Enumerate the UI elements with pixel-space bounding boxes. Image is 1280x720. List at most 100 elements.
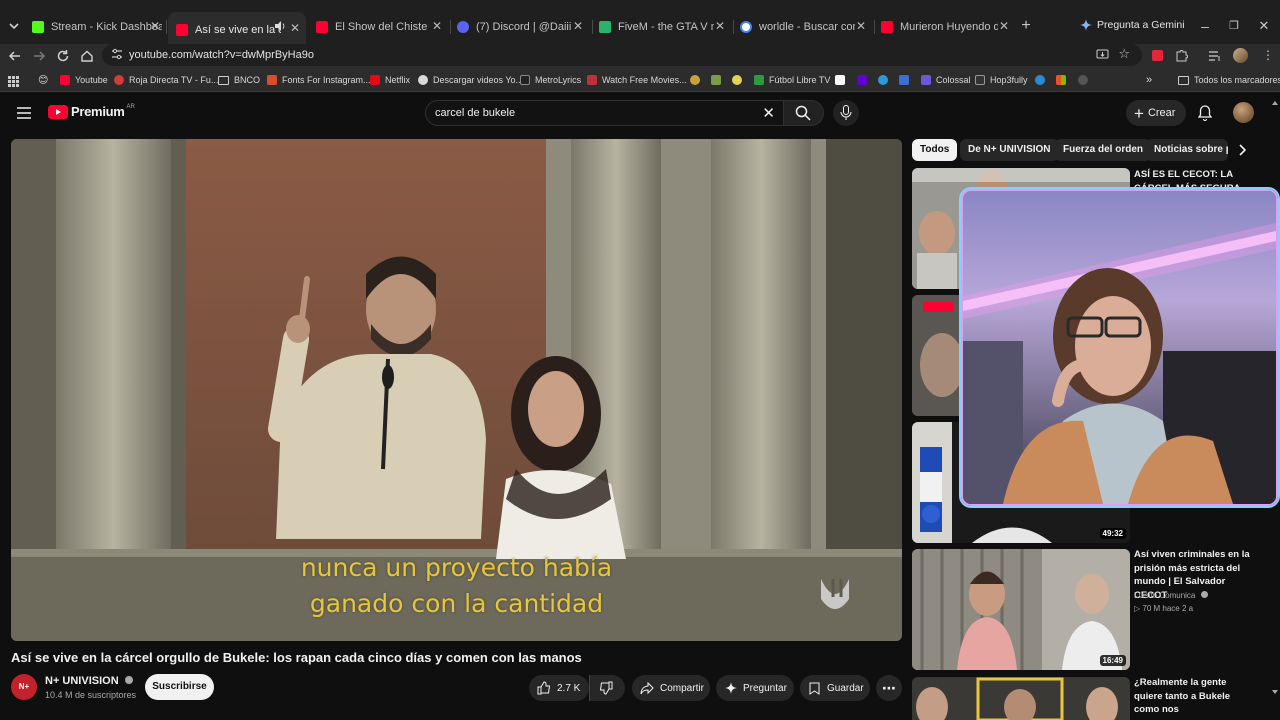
youtube-icon <box>881 21 893 33</box>
chips-next-icon[interactable] <box>1236 143 1248 162</box>
restore-button[interactable]: ❐ <box>1224 16 1244 36</box>
tab-murieron-huyendo[interactable]: Murieron Huyendo de Alg ✕ <box>879 16 1011 38</box>
bookmark-folder-bnco[interactable]: BNCO <box>218 73 260 87</box>
bookmark-icon-d[interactable] <box>835 73 845 87</box>
bookmark-futbol-libre[interactable]: Fútbol Libre TV <box>754 73 830 87</box>
bookmark-fonts-instagram[interactable]: Fonts For Instagram... <box>267 73 371 87</box>
browser-tab-strip: Stream - Kick Dashboard ✕ Así se vive en… <box>0 0 1280 44</box>
close-tab-icon[interactable]: ✕ <box>997 19 1011 33</box>
close-tab-icon[interactable]: ✕ <box>430 19 444 33</box>
close-tab-icon[interactable]: ✕ <box>713 19 727 33</box>
gemini-button[interactable]: Pregunta a Gemini <box>1080 19 1185 31</box>
bookmarks-overflow-icon[interactable]: » <box>1146 73 1152 87</box>
bookmark-colossal[interactable]: Colossal <box>921 73 971 87</box>
microphone-icon <box>840 105 852 120</box>
search-icon <box>795 105 811 121</box>
recommended-meta: ▷ 70 M hace 2 a <box>1134 604 1194 613</box>
bookmark-youtube[interactable]: Youtube <box>60 73 108 87</box>
bookmark-icon-g[interactable] <box>1035 73 1045 87</box>
subtitle-line-1: nunca un proyecto había <box>300 553 613 582</box>
verified-badge-icon <box>124 676 133 684</box>
close-tab-icon[interactable]: ✕ <box>571 19 585 33</box>
bookmark-icon-e[interactable] <box>878 73 888 87</box>
close-tab-icon[interactable]: ✕ <box>148 19 162 33</box>
channel-avatar[interactable]: N+ <box>11 674 37 700</box>
new-tab-button[interactable]: + <box>1016 16 1036 36</box>
recommended-thumbnail[interactable] <box>912 677 1130 720</box>
tab-show-del-chiste[interactable]: El Show del Chiste - VIDEO ✕ <box>314 16 444 38</box>
tab-youtube-video[interactable]: Así se vive en la cárcel ✕ <box>168 12 306 44</box>
clear-search-icon[interactable]: ✕ <box>762 104 775 122</box>
tab-search-button[interactable] <box>4 16 24 36</box>
extension-red-icon[interactable] <box>1152 50 1163 61</box>
forward-button[interactable] <box>29 46 49 66</box>
hamburger-menu-icon[interactable] <box>17 106 31 124</box>
media-control-icon[interactable] <box>1208 49 1222 67</box>
youtube-premium-logo[interactable]: Premium AR <box>48 104 135 119</box>
site-info-icon[interactable] <box>111 48 123 60</box>
bookmark-hop3fully[interactable]: Hop3fully <box>975 73 1028 87</box>
minimize-button[interactable]: – <box>1195 16 1215 36</box>
bookmark-star-icon[interactable]: ☆ <box>1118 46 1130 62</box>
page-scrollbar[interactable] <box>1271 100 1278 700</box>
tab-google-search[interactable]: worldle - Buscar con Goog ✕ <box>738 16 868 38</box>
voice-search-button[interactable] <box>833 100 859 126</box>
dislike-button[interactable] <box>589 675 625 701</box>
recommended-channel[interactable]: Luisito Comunica <box>1134 591 1208 600</box>
subscribe-button[interactable]: Suscribirse <box>145 674 214 700</box>
bookmark-netflix[interactable]: Netflix <box>370 73 410 87</box>
bookmark-icon-a[interactable] <box>690 73 700 87</box>
chip-fuerza-del-orden[interactable]: Fuerza del orden <box>1055 139 1152 161</box>
like-button[interactable]: 2.7 K <box>529 675 589 701</box>
speaker-icon[interactable] <box>274 20 286 35</box>
bookmark-emoji-icon[interactable]: 😊 <box>38 73 48 87</box>
bookmark-metrolyrics[interactable]: MetroLyrics <box>520 73 581 87</box>
bookmark-icon-microsoft[interactable] <box>1056 73 1066 87</box>
chip-todos[interactable]: Todos <box>912 139 958 161</box>
back-button[interactable] <box>5 46 25 66</box>
account-avatar[interactable] <box>1233 102 1254 123</box>
bookmark-icon-yahoo[interactable] <box>857 73 867 87</box>
reload-button[interactable] <box>53 46 73 66</box>
search-button[interactable] <box>784 100 824 126</box>
bookmark-icon-c[interactable] <box>732 73 742 87</box>
close-tab-icon[interactable]: ✕ <box>854 19 868 33</box>
search-input[interactable]: carcel de bukele ✕ <box>425 100 784 126</box>
chrome-menu-icon[interactable]: ⋮ <box>1262 48 1274 62</box>
bookmark-icon-b[interactable] <box>711 73 721 87</box>
bookmark-icon-f[interactable] <box>899 73 909 87</box>
more-actions-button[interactable]: ⋯ <box>876 675 902 701</box>
discord-icon <box>457 21 469 33</box>
chip-noticias[interactable]: Noticias sobre p <box>1146 139 1228 161</box>
close-tab-icon[interactable]: ✕ <box>288 21 302 35</box>
close-window-button[interactable]: ✕ <box>1254 16 1274 36</box>
verified-badge-icon <box>1200 591 1208 598</box>
bookmark-descargar-videos[interactable]: Descargar videos Yo... <box>418 73 523 87</box>
create-button[interactable]: + Crear <box>1126 100 1186 126</box>
tab-discord[interactable]: (7) Discord | @Daiii ✕ <box>455 16 585 38</box>
bookmark-icon-globe[interactable] <box>1078 73 1088 87</box>
bookmark-watch-free-movies[interactable]: Watch Free Movies... <box>587 73 687 87</box>
youtube-icon <box>316 21 328 33</box>
webcam-feed <box>963 191 1276 504</box>
bookmark-roja-directa[interactable]: Roja Directa TV - Fu... <box>114 73 218 87</box>
thumbs-up-icon <box>537 681 551 695</box>
recommended-thumbnail[interactable]: 16:49 <box>912 549 1130 670</box>
tab-kick-dashboard[interactable]: Stream - Kick Dashboard ✕ <box>30 16 162 38</box>
recommended-title[interactable]: ¿Realmente la gente quiere tanto a Bukel… <box>1134 676 1254 720</box>
install-app-icon[interactable] <box>1096 48 1109 66</box>
all-bookmarks-button[interactable]: Todos los marcadores <box>1178 73 1280 87</box>
profile-avatar[interactable] <box>1233 48 1248 63</box>
chip-channel[interactable]: De N+ UNIVISION <box>960 139 1059 161</box>
apps-grid-icon[interactable] <box>8 74 19 92</box>
save-button[interactable]: Guardar <box>800 675 870 701</box>
channel-name[interactable]: N+ UNIVISION <box>45 675 133 687</box>
video-player[interactable]: nunca un proyecto había ganado con la ca… <box>11 139 902 641</box>
notifications-bell-icon[interactable] <box>1197 105 1213 126</box>
tab-fivem[interactable]: FiveM - the GTA V multiplay ✕ <box>597 16 727 38</box>
address-bar[interactable]: youtube.com/watch?v=dwMprByHa9o ☆ <box>102 44 1142 66</box>
extensions-puzzle-icon[interactable] <box>1175 48 1189 67</box>
share-button[interactable]: Compartir <box>632 675 710 701</box>
home-button[interactable] <box>77 46 97 66</box>
ask-button[interactable]: Preguntar <box>716 675 794 701</box>
